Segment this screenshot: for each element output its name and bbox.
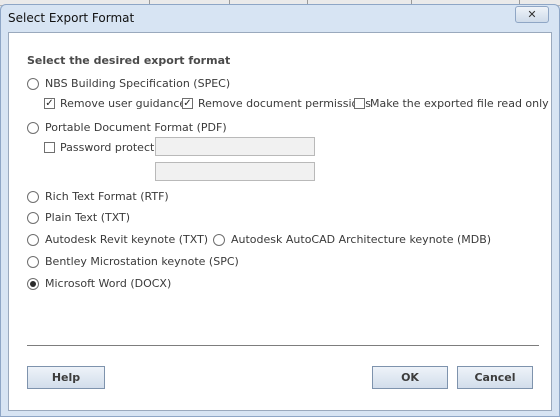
checkbox[interactable] [354,98,365,109]
radio-button[interactable] [213,233,225,246]
radio-word-docx[interactable]: Microsoft Word (DOCX) [27,277,171,290]
checkbox-label: Make the exported file read only [370,97,549,110]
radio-label: Microsoft Word (DOCX) [45,277,172,290]
radio-button[interactable] [27,255,39,268]
export-format-dialog: Select Export Format ✕ Select the desire… [0,4,560,417]
checkbox-read-only[interactable]: Make the exported file read only [354,97,549,110]
radio-button[interactable] [27,190,39,203]
radio-button[interactable] [27,233,39,246]
ok-button[interactable]: OK [372,366,448,389]
checkbox-remove-guidance[interactable]: ✓ Remove user guidance [44,97,186,110]
radio-autocad-keynote[interactable]: Autodesk AutoCAD Architecture keynote (M… [213,233,491,246]
radio-button[interactable] [27,77,39,90]
radio-label: Autodesk AutoCAD Architecture keynote (M… [231,233,492,246]
confirm-password-input[interactable] [155,162,315,181]
radio-label: Portable Document Format (PDF) [45,121,227,134]
checkbox-label: Password protect: [60,141,159,154]
password-input[interactable] [155,137,315,156]
dialog-content: Select the desired export format NBS Bui… [8,32,552,411]
checkbox-remove-permissions[interactable]: ✓ Remove document permissions [182,97,371,110]
checkbox[interactable]: ✓ [182,98,193,109]
radio-rtf[interactable]: Rich Text Format (RTF) [27,190,169,203]
radio-label: Bentley Microstation keynote (SPC) [45,255,239,268]
radio-button[interactable] [27,121,39,134]
radio-label: Plain Text (TXT) [45,211,131,224]
radio-plain-text[interactable]: Plain Text (TXT) [27,211,130,224]
radio-pdf[interactable]: Portable Document Format (PDF) [27,121,227,134]
radio-label: NBS Building Specification (SPEC) [45,77,231,90]
checkbox[interactable] [44,142,55,153]
radio-revit-keynote[interactable]: Autodesk Revit keynote (TXT) [27,233,208,246]
radio-button[interactable] [27,211,39,224]
radio-label: Autodesk Revit keynote (TXT) [45,233,209,246]
dialog-titlebar[interactable]: Select Export Format ✕ [1,5,559,31]
section-heading: Select the desired export format [27,54,231,67]
checkbox-label: Remove user guidance [60,97,187,110]
radio-nbs-spec[interactable]: NBS Building Specification (SPEC) [27,77,230,90]
cancel-button[interactable]: Cancel [457,366,533,389]
divider [27,345,539,346]
close-button[interactable]: ✕ [515,6,549,23]
radio-label: Rich Text Format (RTF) [45,190,169,203]
checkbox-label: Remove document permissions [198,97,371,110]
dialog-title: Select Export Format [8,11,135,25]
radio-microstation-keynote[interactable]: Bentley Microstation keynote (SPC) [27,255,239,268]
help-button[interactable]: Help [27,366,105,389]
checkbox-password-protect[interactable]: Password protect: [44,141,158,154]
close-icon: ✕ [527,8,537,21]
radio-button[interactable] [27,277,39,290]
checkbox[interactable]: ✓ [44,98,55,109]
